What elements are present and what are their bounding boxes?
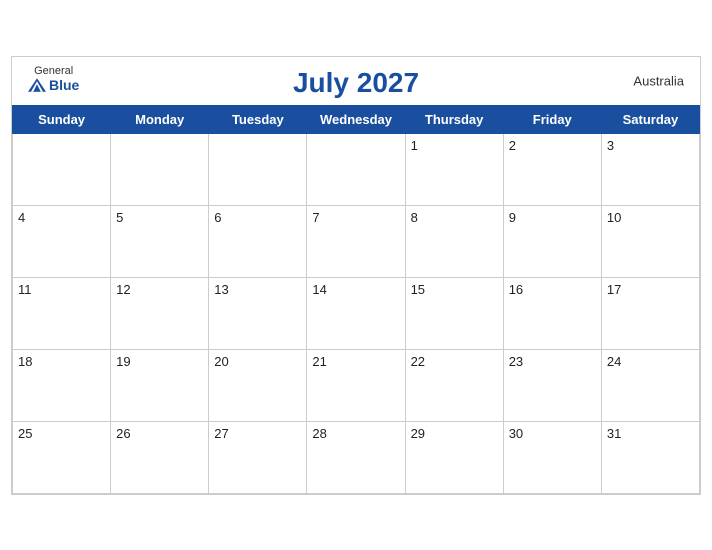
day-cell-7: 7: [307, 205, 405, 277]
day-cell-31: 31: [601, 421, 699, 493]
week-row-1: 1 2 3: [13, 133, 700, 205]
calendar-table: SundayMondayTuesdayWednesdayThursdayFrid…: [12, 105, 700, 494]
calendar: General Blue July 2027 Australia SundayM…: [11, 56, 701, 495]
logo-icon: [28, 78, 46, 92]
day-cell-2: 2: [503, 133, 601, 205]
day-number: 12: [116, 282, 130, 297]
logo-general: General: [34, 65, 73, 78]
day-number: 29: [411, 426, 425, 441]
day-header-friday: Friday: [503, 105, 601, 133]
day-number: 24: [607, 354, 621, 369]
day-cell-25: 25: [13, 421, 111, 493]
day-number: 23: [509, 354, 523, 369]
day-cell-12: 12: [111, 277, 209, 349]
empty-cell: [111, 133, 209, 205]
day-cell-19: 19: [111, 349, 209, 421]
days-header-row: SundayMondayTuesdayWednesdayThursdayFrid…: [13, 105, 700, 133]
day-header-thursday: Thursday: [405, 105, 503, 133]
day-number: 19: [116, 354, 130, 369]
day-number: 10: [607, 210, 621, 225]
empty-cell: [13, 133, 111, 205]
day-number: 17: [607, 282, 621, 297]
day-number: 13: [214, 282, 228, 297]
day-cell-3: 3: [601, 133, 699, 205]
day-number: 26: [116, 426, 130, 441]
day-cell-1: 1: [405, 133, 503, 205]
day-header-saturday: Saturday: [601, 105, 699, 133]
day-cell-18: 18: [13, 349, 111, 421]
week-row-2: 4 5 6 7 8 9 10: [13, 205, 700, 277]
day-number: 4: [18, 210, 25, 225]
day-number: 27: [214, 426, 228, 441]
day-cell-26: 26: [111, 421, 209, 493]
day-cell-4: 4: [13, 205, 111, 277]
calendar-header: General Blue July 2027 Australia: [12, 57, 700, 105]
day-number: 2: [509, 138, 516, 153]
day-number: 16: [509, 282, 523, 297]
day-cell-27: 27: [209, 421, 307, 493]
week-row-5: 25 26 27 28 29 30 31: [13, 421, 700, 493]
day-cell-17: 17: [601, 277, 699, 349]
month-title: July 2027: [293, 67, 419, 99]
day-cell-23: 23: [503, 349, 601, 421]
day-number: 25: [18, 426, 32, 441]
day-number: 1: [411, 138, 418, 153]
empty-cell: [307, 133, 405, 205]
day-cell-21: 21: [307, 349, 405, 421]
logo-blue: Blue: [49, 78, 79, 92]
day-cell-15: 15: [405, 277, 503, 349]
day-cell-8: 8: [405, 205, 503, 277]
day-number: 21: [312, 354, 326, 369]
day-header-tuesday: Tuesday: [209, 105, 307, 133]
day-number: 9: [509, 210, 516, 225]
day-cell-20: 20: [209, 349, 307, 421]
day-number: 22: [411, 354, 425, 369]
day-header-monday: Monday: [111, 105, 209, 133]
empty-cell: [209, 133, 307, 205]
day-cell-11: 11: [13, 277, 111, 349]
day-number: 3: [607, 138, 614, 153]
day-cell-10: 10: [601, 205, 699, 277]
day-cell-6: 6: [209, 205, 307, 277]
day-number: 6: [214, 210, 221, 225]
day-number: 11: [18, 282, 32, 297]
day-number: 18: [18, 354, 32, 369]
logo: General Blue: [28, 65, 79, 92]
day-cell-5: 5: [111, 205, 209, 277]
day-number: 28: [312, 426, 326, 441]
day-header-wednesday: Wednesday: [307, 105, 405, 133]
week-row-3: 11 12 13 14 15 16 17: [13, 277, 700, 349]
day-cell-28: 28: [307, 421, 405, 493]
day-number: 15: [411, 282, 425, 297]
day-number: 14: [312, 282, 326, 297]
country-label: Australia: [633, 73, 684, 88]
day-number: 7: [312, 210, 319, 225]
day-number: 8: [411, 210, 418, 225]
day-cell-16: 16: [503, 277, 601, 349]
day-cell-30: 30: [503, 421, 601, 493]
day-number: 20: [214, 354, 228, 369]
day-cell-22: 22: [405, 349, 503, 421]
day-cell-13: 13: [209, 277, 307, 349]
day-cell-9: 9: [503, 205, 601, 277]
day-cell-14: 14: [307, 277, 405, 349]
day-number: 5: [116, 210, 123, 225]
day-number: 31: [607, 426, 621, 441]
day-header-sunday: Sunday: [13, 105, 111, 133]
day-cell-29: 29: [405, 421, 503, 493]
day-number: 30: [509, 426, 523, 441]
day-cell-24: 24: [601, 349, 699, 421]
week-row-4: 18 19 20 21 22 23 24: [13, 349, 700, 421]
